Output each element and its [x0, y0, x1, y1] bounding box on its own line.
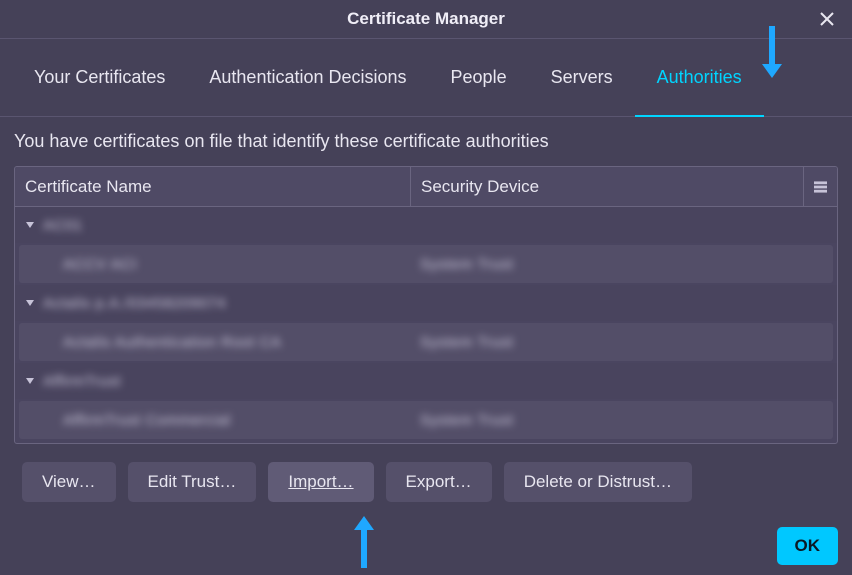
table-row[interactable]: AffirmTrust Commercial System Trust [19, 401, 833, 439]
cell-cert-name: ACCV ACI [63, 256, 137, 273]
group-label: AC01 [43, 217, 83, 234]
cell-cert-name: Actalis Authentication Root CA [63, 334, 281, 351]
certificates-table: Certificate Name Security Device AC01 AC… [14, 166, 838, 444]
table-group[interactable]: AC01 [15, 207, 837, 243]
table-row[interactable]: ACCV ACI System Trust [19, 245, 833, 283]
table-header: Certificate Name Security Device [15, 167, 837, 207]
cell-security-device: System Trust [420, 334, 514, 351]
title-bar: Certificate Manager [0, 0, 852, 38]
tab-authentication-decisions[interactable]: Authentication Decisions [187, 67, 428, 117]
column-certificate-name[interactable]: Certificate Name [15, 167, 410, 206]
annotation-arrow-up-icon [352, 516, 376, 570]
tab-your-certificates[interactable]: Your Certificates [12, 67, 187, 117]
group-label: Actalis p.A./03458209074 [43, 295, 226, 312]
tab-servers[interactable]: Servers [529, 67, 635, 117]
edit-trust-button[interactable]: Edit Trust… [128, 462, 257, 502]
action-bar: View… Edit Trust… Import… Export… Delete… [0, 444, 852, 502]
cell-cert-name: AffirmTrust Commercial [63, 412, 231, 429]
cell-security-device: System Trust [420, 412, 514, 429]
column-security-device[interactable]: Security Device [410, 167, 803, 206]
window-title: Certificate Manager [347, 9, 505, 29]
twisty-open-icon [23, 296, 37, 310]
column-picker-icon[interactable] [803, 167, 837, 206]
page-description: You have certificates on file that ident… [0, 117, 852, 162]
tab-authorities[interactable]: Authorities [635, 67, 764, 117]
close-icon[interactable] [816, 8, 838, 30]
tab-bar: Your Certificates Authentication Decisio… [0, 39, 852, 117]
table-row[interactable]: Actalis Authentication Root CA System Tr… [19, 323, 833, 361]
table-group[interactable]: Actalis p.A./03458209074 [15, 285, 837, 321]
twisty-open-icon [23, 218, 37, 232]
ok-wrap: OK [777, 527, 839, 565]
twisty-open-icon [23, 374, 37, 388]
import-button[interactable]: Import… [268, 462, 373, 502]
table-body: AC01 ACCV ACI System Trust Actalis p.A./… [15, 207, 837, 439]
export-button[interactable]: Export… [386, 462, 492, 502]
view-button[interactable]: View… [22, 462, 116, 502]
ok-button[interactable]: OK [777, 527, 839, 565]
cell-security-device: System Trust [420, 256, 514, 273]
delete-distrust-button[interactable]: Delete or Distrust… [504, 462, 692, 502]
tab-people[interactable]: People [429, 67, 529, 117]
group-label: AffirmTrust [43, 373, 121, 390]
table-group[interactable]: AffirmTrust [15, 363, 837, 399]
